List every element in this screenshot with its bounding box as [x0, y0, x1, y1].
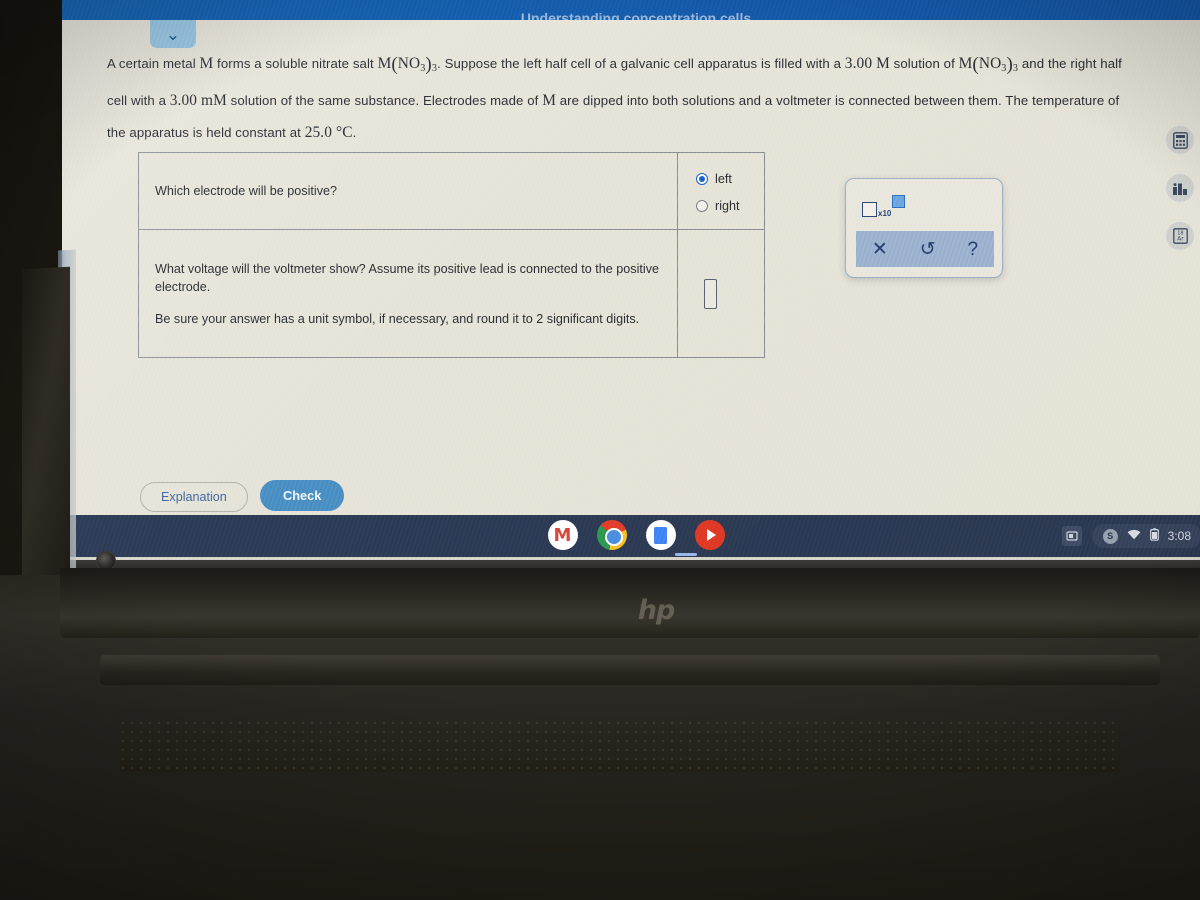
prompt-part-2: forms a soluble nitrate salt: [213, 56, 378, 71]
deck-seam: [100, 655, 1160, 685]
wifi-icon: [1127, 529, 1141, 543]
metal-symbol-2: M: [542, 91, 556, 109]
tool-rail: 18 Ar: [1166, 126, 1194, 250]
google-docs-icon[interactable]: [645, 520, 676, 550]
question-2-line-1: What voltage will the voltmeter show? As…: [155, 261, 660, 294]
radio-right-input[interactable]: [696, 200, 709, 212]
radio-option-right[interactable]: right: [696, 197, 748, 215]
prompt-part-1: A certain metal: [107, 56, 200, 71]
salt-formula-1: M(NO3)3: [377, 54, 438, 75]
system-tray[interactable]: S 3:08: [1091, 524, 1200, 548]
screen-capture-icon[interactable]: [1062, 526, 1082, 546]
temperature-value: 25.0 °C: [304, 123, 353, 141]
prompt-part-3: . Suppose the left half cell of a galvan…: [437, 56, 845, 71]
collapse-panel-toggle[interactable]: ⌄: [150, 20, 196, 48]
radio-option-left[interactable]: left: [696, 170, 748, 188]
question-2-line-2: Be sure your answer has a unit symbol, i…: [155, 311, 640, 326]
hp-logo: hp: [637, 594, 676, 626]
question-1-answer: left right: [677, 152, 765, 230]
exponent-box-icon: [892, 195, 906, 208]
chrome-icon[interactable]: [596, 520, 627, 550]
prompt-part-8: .: [352, 124, 357, 140]
app-title: Understanding concentration cells: [520, 10, 752, 20]
question-2-text: What voltage will the voltmeter show? As…: [137, 229, 679, 358]
explanation-button[interactable]: Explanation: [140, 482, 248, 512]
active-app-indicator: [675, 553, 697, 556]
help-button[interactable]: ?: [967, 240, 978, 259]
table-row: What voltage will the voltmeter show? As…: [137, 229, 765, 358]
gmail-icon[interactable]: [547, 520, 578, 550]
undo-button[interactable]: ↺: [920, 240, 936, 259]
prompt-part-6: solution of the same substance. Electrod…: [226, 92, 543, 108]
radio-right-label: right: [715, 199, 740, 213]
math-entry-toolbar: x10 ✕ ↺ ?: [845, 178, 1003, 278]
screen-left-bezel: [22, 266, 70, 600]
shelf-app-list: [62, 520, 1200, 550]
photo-scene: Understanding concentration cells ⌄ A ce…: [0, 0, 1200, 900]
chevron-down-icon: ⌄: [165, 24, 181, 44]
radio-left-label: left: [715, 172, 732, 186]
calculator-icon[interactable]: [1166, 126, 1194, 154]
mantissa-box-icon: [862, 202, 877, 217]
svg-text:Ar: Ar: [1177, 236, 1184, 243]
periodic-table-icon[interactable]: 18 Ar: [1166, 222, 1194, 250]
question-1-text: Which electrode will be positive?: [137, 152, 679, 230]
clear-button[interactable]: ✕: [872, 240, 888, 259]
prompt-part-4: solution of: [889, 56, 959, 71]
voltage-answer-input[interactable]: [704, 278, 718, 309]
check-button[interactable]: Check: [260, 480, 345, 511]
math-toolbar-buttons: ✕ ↺ ?: [856, 231, 994, 267]
table-row: Which electrode will be positive? left r…: [137, 152, 765, 230]
problem-statement: A certain metal M forms a soluble nitrat…: [107, 48, 1122, 149]
youtube-icon[interactable]: [694, 520, 725, 550]
questions-table: Which electrode will be positive? left r…: [137, 152, 765, 358]
laptop-screen: Understanding concentration cells ⌄ A ce…: [62, 0, 1200, 569]
x10-label: x10: [878, 209, 892, 218]
page-body: ⌄ A certain metal M forms a soluble nitr…: [62, 20, 1200, 541]
avatar: S: [1102, 528, 1118, 544]
speaker-grille: [120, 720, 1120, 772]
metal-symbol-1: M: [199, 55, 214, 72]
scientific-notation-button[interactable]: x10: [862, 195, 906, 218]
concentration-left: 3.00 M: [844, 55, 890, 72]
keyboard: esc ← → ⟳: [0, 780, 1200, 900]
chromeos-shelf: S 3:08: [62, 515, 1200, 557]
battery-icon: [1149, 528, 1159, 544]
salt-formula-2: M(NO3)3: [958, 54, 1019, 75]
radio-left-input[interactable]: [696, 173, 709, 185]
bar-chart-icon[interactable]: [1166, 174, 1194, 202]
question-2-answer: [677, 229, 765, 358]
app-header: Understanding concentration cells: [62, 0, 1200, 20]
concentration-right: 3.00 mM: [169, 91, 227, 109]
clock: 3:08: [1167, 529, 1191, 543]
